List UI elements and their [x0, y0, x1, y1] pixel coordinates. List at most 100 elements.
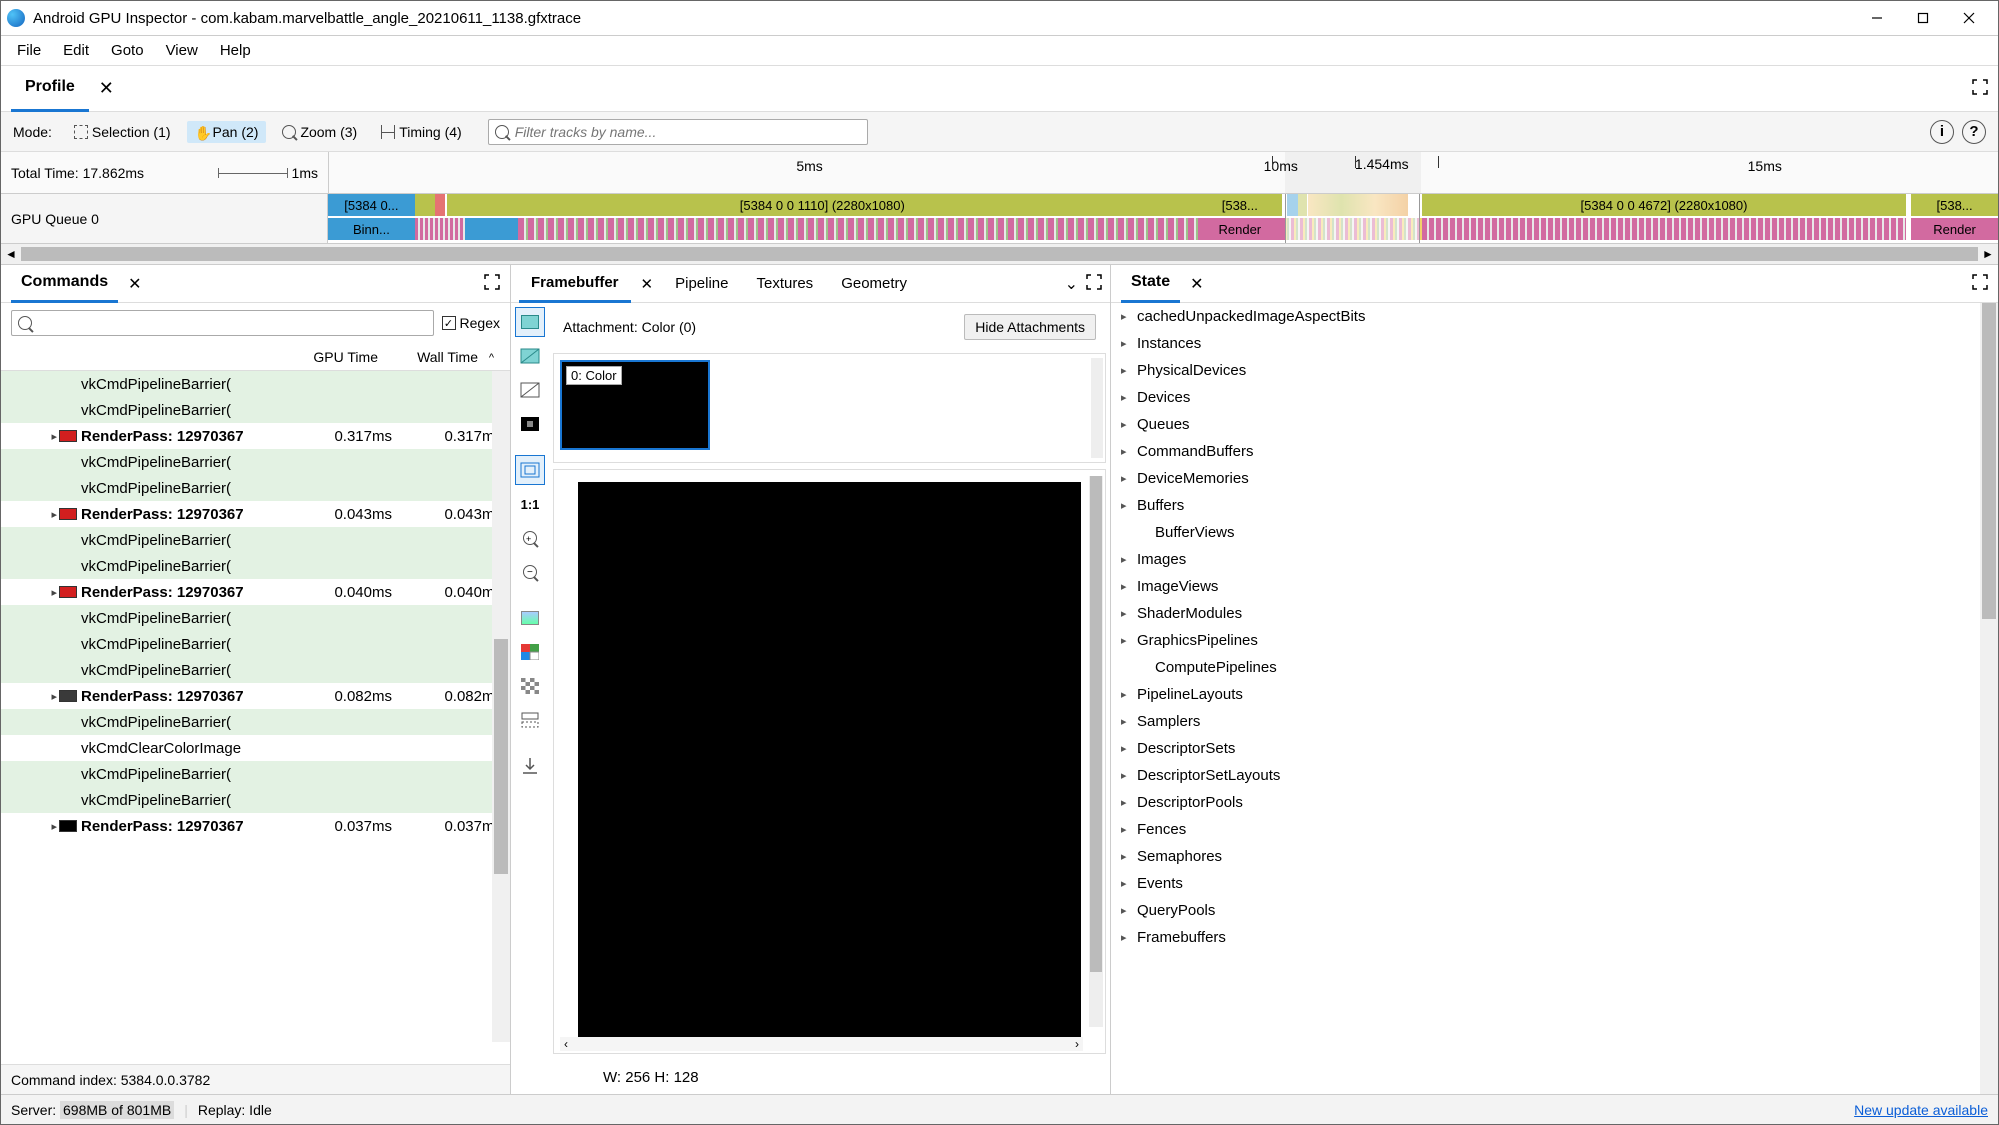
- gpu-track[interactable]: [5384 0... [5384 0 0 1110] (2280x1080) […: [328, 194, 1998, 243]
- update-link[interactable]: New update available: [1854, 1102, 1988, 1118]
- commands-search[interactable]: [11, 310, 434, 336]
- mode-selection[interactable]: Selection (1): [66, 121, 179, 143]
- state-item[interactable]: ▸Buffers: [1111, 492, 1980, 519]
- commands-tab[interactable]: Commands: [11, 265, 118, 303]
- fb-hscroll[interactable]: ‹›: [560, 1037, 1083, 1051]
- state-item[interactable]: ▸PipelineLayouts: [1111, 681, 1980, 708]
- command-row[interactable]: vkCmdPipelineBarrier(: [1, 371, 510, 397]
- state-item[interactable]: ▸GraphicsPipelines: [1111, 627, 1980, 654]
- commands-vscroll[interactable]: [492, 371, 510, 1042]
- fullscreen-icon[interactable]: [1086, 274, 1102, 293]
- maximize-button[interactable]: [1900, 4, 1946, 32]
- menu-view[interactable]: View: [156, 38, 208, 63]
- menu-help[interactable]: Help: [210, 38, 261, 63]
- tool-save[interactable]: [515, 751, 545, 781]
- timeline-hscroll[interactable]: ◄ ►: [1, 244, 1998, 264]
- chevron-down-icon[interactable]: ⌄: [1061, 270, 1082, 298]
- command-row[interactable]: ▸RenderPass: 129703670.082ms0.082ms: [1, 683, 510, 709]
- tab-framebuffer[interactable]: Framebuffer: [519, 265, 631, 303]
- expand-icon[interactable]: ▸: [51, 508, 57, 521]
- fb-vscroll[interactable]: [1089, 476, 1103, 1027]
- regex-checkbox[interactable]: ✓Regex: [442, 315, 500, 331]
- state-item[interactable]: ▸cachedUnpackedImageAspectBits: [1111, 303, 1980, 330]
- state-item[interactable]: ▸DescriptorSetLayouts: [1111, 762, 1980, 789]
- thumb-vscroll[interactable]: [1091, 358, 1103, 458]
- tool-histogram[interactable]: [515, 603, 545, 633]
- state-item[interactable]: ▸CommandBuffers: [1111, 438, 1980, 465]
- state-item[interactable]: ▸DescriptorPools: [1111, 789, 1980, 816]
- expand-icon[interactable]: ▸: [51, 820, 57, 833]
- menu-goto[interactable]: Goto: [101, 38, 154, 63]
- command-row[interactable]: vkCmdPipelineBarrier(: [1, 553, 510, 579]
- hide-attachments-button[interactable]: Hide Attachments: [964, 314, 1096, 340]
- timeline-axis[interactable]: 5ms 10ms 15ms 1.454ms: [328, 152, 1998, 193]
- fullscreen-icon[interactable]: [1972, 274, 1988, 293]
- close-icon[interactable]: ✕: [1182, 270, 1211, 298]
- state-item[interactable]: ▸Instances: [1111, 330, 1980, 357]
- expand-icon[interactable]: ▸: [51, 586, 57, 599]
- mode-zoom[interactable]: Zoom (3): [274, 121, 365, 143]
- state-item[interactable]: ▸DeviceMemories: [1111, 465, 1980, 492]
- command-row[interactable]: vkCmdPipelineBarrier(: [1, 761, 510, 787]
- command-row[interactable]: vkCmdPipelineBarrier(: [1, 605, 510, 631]
- mode-pan[interactable]: ✋Pan (2): [187, 121, 267, 143]
- col-gpu-time[interactable]: GPU Time: [268, 349, 378, 365]
- col-wall-time[interactable]: Wall Time: [378, 349, 488, 365]
- fullscreen-icon[interactable]: [1972, 79, 1988, 98]
- tab-pipeline[interactable]: Pipeline: [663, 265, 740, 303]
- scroll-right-icon[interactable]: ►: [1978, 247, 1998, 261]
- menu-file[interactable]: File: [7, 38, 51, 63]
- tab-geometry[interactable]: Geometry: [829, 265, 919, 303]
- close-icon[interactable]: ✕: [120, 270, 149, 298]
- state-item[interactable]: ▸Samplers: [1111, 708, 1980, 735]
- state-item[interactable]: BufferViews: [1111, 519, 1980, 546]
- fullscreen-icon[interactable]: [484, 274, 500, 293]
- tool-color[interactable]: [515, 307, 545, 337]
- fb-thumbnail[interactable]: 0: Color: [560, 360, 710, 450]
- command-row[interactable]: vkCmdPipelineBarrier(: [1, 657, 510, 683]
- tool-wire[interactable]: [515, 375, 545, 405]
- state-item[interactable]: ▸Semaphores: [1111, 843, 1980, 870]
- mode-timing[interactable]: Timing (4): [373, 121, 470, 143]
- tool-zoom-out[interactable]: −: [515, 557, 545, 587]
- state-item[interactable]: ▸Images: [1111, 546, 1980, 573]
- state-item[interactable]: ▸Queues: [1111, 411, 1980, 438]
- command-row[interactable]: ▸RenderPass: 129703670.040ms0.040ms: [1, 579, 510, 605]
- minimize-button[interactable]: [1854, 4, 1900, 32]
- command-row[interactable]: ▸RenderPass: 129703670.317ms0.317ms: [1, 423, 510, 449]
- info-icon[interactable]: i: [1930, 120, 1954, 144]
- tool-zoom-in[interactable]: +: [515, 523, 545, 553]
- state-item[interactable]: ▸Devices: [1111, 384, 1980, 411]
- tool-channels[interactable]: [515, 637, 545, 667]
- command-row[interactable]: vkCmdPipelineBarrier(: [1, 787, 510, 813]
- state-item[interactable]: ▸DescriptorSets: [1111, 735, 1980, 762]
- command-row[interactable]: ▸RenderPass: 129703670.037ms0.037ms: [1, 813, 510, 839]
- command-row[interactable]: vkCmdPipelineBarrier(: [1, 449, 510, 475]
- help-icon[interactable]: ?: [1962, 120, 1986, 144]
- tab-textures[interactable]: Textures: [744, 265, 825, 303]
- command-row[interactable]: vkCmdClearColorImage: [1, 735, 510, 761]
- expand-icon[interactable]: ▸: [51, 690, 57, 703]
- state-item[interactable]: ▸Events: [1111, 870, 1980, 897]
- state-item[interactable]: ▸QueryPools: [1111, 897, 1980, 924]
- state-tab[interactable]: State: [1121, 265, 1180, 303]
- command-row[interactable]: vkCmdPipelineBarrier(: [1, 631, 510, 657]
- state-item[interactable]: ▸ShaderModules: [1111, 600, 1980, 627]
- state-vscroll[interactable]: [1980, 303, 1998, 1094]
- state-item[interactable]: ComputePipelines: [1111, 654, 1980, 681]
- tool-checker[interactable]: [515, 671, 545, 701]
- close-button[interactable]: [1946, 4, 1992, 32]
- state-item[interactable]: ▸PhysicalDevices: [1111, 357, 1980, 384]
- menu-edit[interactable]: Edit: [53, 38, 99, 63]
- command-row[interactable]: vkCmdPipelineBarrier(: [1, 397, 510, 423]
- commands-search-field[interactable]: [38, 316, 427, 331]
- filter-field[interactable]: [515, 124, 861, 140]
- state-item[interactable]: ▸Fences: [1111, 816, 1980, 843]
- tool-overdraw[interactable]: [515, 409, 545, 439]
- command-row[interactable]: vkCmdPipelineBarrier(: [1, 709, 510, 735]
- close-icon[interactable]: ✕: [635, 271, 660, 297]
- tool-actual-size[interactable]: 1:1: [515, 489, 545, 519]
- filter-input[interactable]: [488, 119, 868, 145]
- profile-tab[interactable]: Profile ✕: [11, 66, 122, 112]
- state-item[interactable]: ▸ImageViews: [1111, 573, 1980, 600]
